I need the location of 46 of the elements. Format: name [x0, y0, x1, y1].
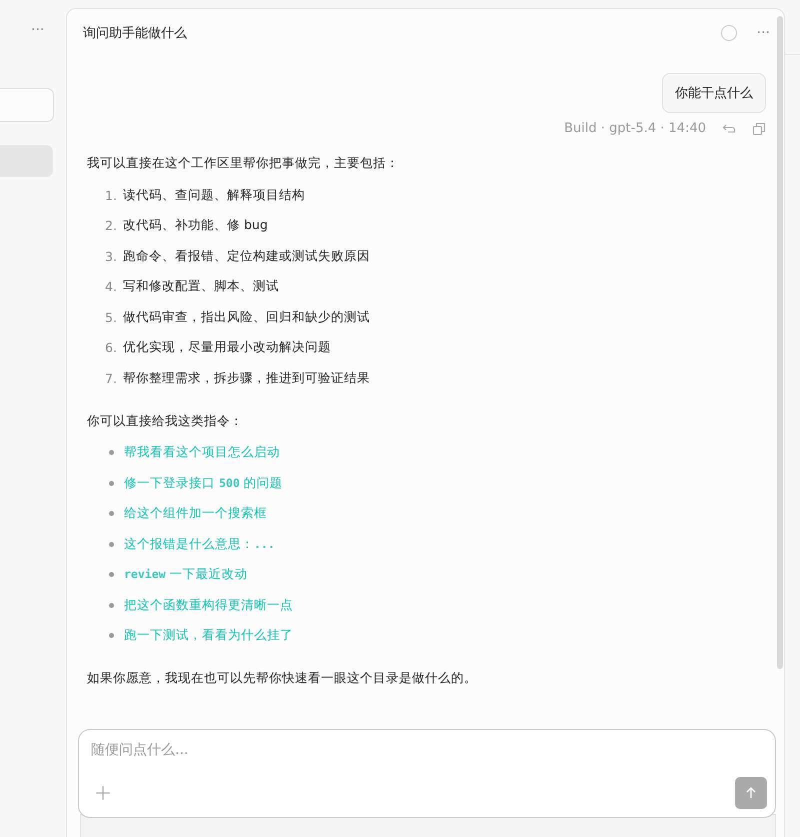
list-item-text: 优化实现，尽量用最小改动解决问题 — [123, 339, 331, 356]
circle-icon[interactable] — [720, 25, 737, 41]
list-item-text: 做代码审查，指出风险、回归和缺少的测试 — [123, 308, 370, 326]
list-number: 4. — [105, 279, 118, 294]
message-input[interactable]: 随便问点什么... — [79, 730, 775, 758]
conversation-title: 询问助手能做什么 — [83, 25, 188, 42]
example-prompt: review 一下最近改动 — [124, 566, 248, 584]
list-item-text: 读代码、查问题、解释项目结构 — [123, 186, 305, 204]
message-bubble: 你能干点什么 — [662, 73, 766, 113]
bullet-icon — [109, 602, 114, 608]
bullet-icon — [109, 633, 114, 638]
bullet-icon — [109, 572, 114, 578]
send-button[interactable] — [735, 777, 767, 809]
example-prompt: 把这个函数重构得更清晰一点 — [124, 596, 293, 614]
bullet-icon — [109, 542, 114, 547]
list-item-text: 跑命令、看报错、定位构建或测试失败原因 — [123, 248, 370, 265]
example-prompt: 给这个组件加一个搜索框 — [124, 505, 267, 522]
message-meta: Build · gpt-5.4 · 14:40 — [564, 121, 706, 136]
sidebar-field[interactable] — [0, 88, 54, 122]
list-number: 2. — [105, 218, 118, 234]
more-button[interactable]: ··· — [31, 22, 44, 38]
reply-text: 我可以直接在这个工作区里帮你把事做完，主要包括： — [87, 154, 400, 172]
list-number: 6. — [105, 340, 118, 356]
list-number: 7. — [105, 370, 118, 386]
example-prompt: 帮我看看这个项目怎么启动 — [124, 444, 280, 462]
list-number: 5. — [105, 310, 118, 325]
undo-icon[interactable] — [722, 122, 736, 136]
bullet-icon — [109, 480, 114, 486]
list-number: 3. — [105, 248, 118, 264]
reply-text: 如果你愿意，我现在也可以先帮你快速看一眼这个目录是做什么的。 — [87, 669, 478, 687]
bullet-icon — [109, 450, 114, 456]
list-number: 1. — [105, 188, 118, 203]
plus-icon[interactable] — [95, 785, 111, 801]
list-item-text: 改代码、补功能、修 bug — [123, 217, 268, 234]
example-prompt: 修一下登录接口 500 的问题 — [124, 474, 283, 492]
reply-text: 你可以直接给我这类指令： — [87, 412, 244, 430]
example-prompt: 跑一下测试，看看为什么挂了 — [124, 627, 293, 644]
list-item-text: 帮你整理需求，拆步骤，推进到可验证结果 — [123, 370, 370, 387]
list-item-text: 写和修改配置、脚本、测试 — [123, 278, 279, 296]
bullet-icon — [109, 511, 114, 516]
message-composer[interactable]: 随便问点什么... — [78, 729, 776, 818]
copy-icon[interactable] — [752, 122, 766, 136]
more-button[interactable]: ··· — [756, 25, 770, 41]
scrollbar[interactable] — [777, 16, 783, 669]
up-arrow-icon — [744, 786, 758, 800]
example-prompt: 这个报错是什么意思：... — [124, 536, 275, 553]
